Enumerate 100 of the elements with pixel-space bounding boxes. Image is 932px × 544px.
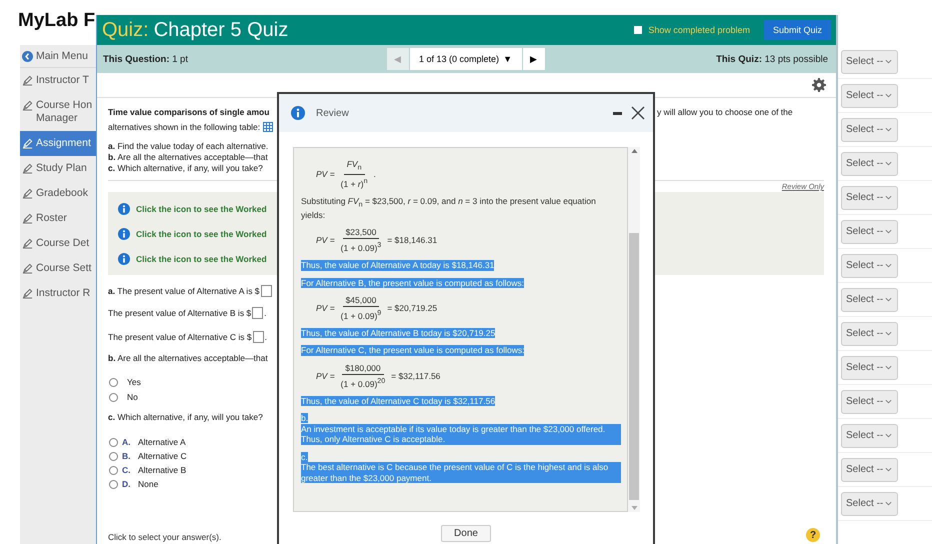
option-label: Yes	[127, 376, 141, 389]
answer-box[interactable]	[252, 331, 264, 343]
chevron-icon	[885, 365, 892, 370]
explanation-text: The best alternative is C because the present value of C is the highest and is also greater than the $23,000 payment.	[301, 462, 621, 484]
select-dropdown[interactable]: Select --	[841, 118, 898, 142]
radio-button[interactable]	[109, 452, 118, 460]
pencil-icon	[22, 213, 33, 224]
radio-button[interactable]	[109, 466, 118, 474]
task-item: c. Which alternative, if any, will you take?	[108, 163, 263, 174]
submit-button[interactable]: Submit Quiz	[764, 20, 831, 40]
option-letter: C.	[122, 464, 132, 477]
sidebar-item[interactable]: Instructor R	[20, 281, 96, 306]
period-text: .	[264, 331, 268, 343]
info-icon	[118, 202, 130, 214]
part-label: b.	[301, 413, 308, 424]
explanation-text: Substituting FV$_{n}$ = $23,500, r = 0.09, and n = 3 into the present value equation yields:	[301, 196, 597, 220]
period-text: .	[264, 307, 267, 319]
scrollbar[interactable]	[628, 147, 640, 512]
sidebar-item[interactable]: Gradebook	[20, 181, 96, 206]
option-letter: D.	[122, 478, 132, 491]
quiz-points: This Quiz: 13 pts possible	[716, 54, 828, 64]
worked-example-link[interactable]: Click the icon to see the Worked	[136, 254, 267, 264]
minimize-icon[interactable]	[613, 112, 622, 114]
sidebar-item[interactable]: Instructor T	[20, 68, 96, 93]
select-dropdown[interactable]: Select --	[841, 492, 898, 516]
scroll-down-icon[interactable]	[630, 504, 638, 512]
sidebar-item[interactable]: Course Sett	[20, 256, 96, 281]
select-dropdown[interactable]: Select --	[841, 254, 898, 278]
chevron-icon	[885, 331, 892, 336]
done-button[interactable]: Done	[441, 525, 491, 542]
explanation-text: For Alternative C, the present value is computed as follows:	[301, 345, 524, 356]
task-item: b. Are all the alternatives acceptable—that	[108, 152, 268, 163]
radio-button[interactable]	[109, 393, 118, 402]
previous-button: ◀	[386, 48, 408, 70]
question-text: c. Which alternative, if any, will you take?	[108, 411, 263, 423]
checkbox[interactable]	[634, 26, 642, 34]
instruction-text: Click to select your answer(s).	[108, 532, 222, 544]
table-icon[interactable]	[263, 122, 274, 132]
pencil-icon	[22, 163, 33, 174]
close-icon[interactable]	[631, 106, 645, 120]
option-label: None	[138, 478, 158, 491]
next-button[interactable]: ▶	[522, 48, 544, 70]
select-dropdown[interactable]: Select --	[841, 186, 898, 210]
question-text: The present value of Alternative B is $	[108, 307, 252, 319]
sidebar-item[interactable]: Assignment	[20, 131, 96, 156]
radio-button[interactable]	[109, 378, 118, 387]
select-dropdown[interactable]: Select --	[841, 424, 898, 448]
answer-box[interactable]	[260, 285, 272, 297]
select-dropdown[interactable]: Select --	[841, 84, 898, 108]
select-dropdown[interactable]: Select --	[841, 152, 898, 176]
quiz-title: Chapter 5 Quiz	[154, 18, 288, 42]
answer-box[interactable]	[252, 307, 264, 319]
dialog-title: Review	[316, 108, 349, 118]
pencil-icon	[22, 75, 33, 86]
worked-example-link[interactable]: Click the icon to see the Worked	[136, 228, 267, 238]
pencil-icon	[22, 100, 33, 111]
select-dropdown[interactable]: Select --	[841, 50, 898, 74]
option-label: Alternative A	[138, 436, 186, 449]
radio-button[interactable]	[109, 438, 118, 446]
chevron-icon	[885, 93, 892, 98]
chevron-icon	[885, 433, 892, 438]
sidebar-item[interactable]: Course Hon Manager	[20, 93, 96, 131]
help-icon[interactable]: ?	[806, 528, 820, 542]
explanation-text: For Alternative B, the present value is computed as follows:	[301, 278, 524, 288]
chevron-icon	[885, 399, 892, 404]
option-label: No	[127, 391, 138, 404]
info-icon	[291, 106, 305, 120]
question-selector[interactable]: 1 of 13 (0 complete) ▼	[410, 48, 522, 70]
option-letter: A.	[122, 436, 132, 449]
question-text: alternatives shown in the following table:	[108, 121, 260, 133]
part-label: c.	[301, 452, 308, 462]
sidebar-item[interactable]: Course Det	[20, 231, 96, 256]
question-text: Time value comparisons of single amou	[108, 106, 270, 118]
scroll-up-icon[interactable]	[630, 147, 638, 155]
explanation-text: Thus, the value of Alternative B today is $20,719.25	[301, 328, 496, 338]
select-dropdown[interactable]: Select --	[841, 288, 898, 312]
option-letter: B.	[122, 450, 132, 463]
chevron-icon	[885, 229, 892, 234]
sidebar-item[interactable]: Roster	[20, 206, 96, 231]
back-icon	[22, 51, 33, 62]
select-dropdown[interactable]: Select --	[841, 220, 898, 244]
pencil-icon	[22, 238, 33, 249]
worked-example-link[interactable]: Click the icon to see the Worked	[136, 204, 267, 214]
formula: PV = $23,500 (1 + 0.09)$^{3}$ = $18,146.31	[315, 227, 438, 254]
chevron-icon	[885, 161, 892, 166]
sidebar-item[interactable]: Study Plan	[20, 156, 96, 181]
chevron-icon	[885, 127, 892, 132]
explanation-text: Thus, the value of Alternative A today is $18,146.31	[301, 260, 494, 271]
task-item: a. Find the value today of each alternative.	[108, 141, 268, 152]
radio-button[interactable]	[109, 480, 118, 488]
settings-icon[interactable]	[812, 78, 826, 92]
select-dropdown[interactable]: Select --	[841, 322, 898, 346]
question-text: The present value of Alternative C is $	[108, 331, 252, 343]
formula: PV = $45,000 (1 + 0.09)$^{9}$ = $20,719.25	[315, 295, 438, 321]
explanation-text: Thus, the value of Alternative C today is $32,117.56	[301, 396, 496, 406]
explanation-text: An investment is acceptable if its value today is greater than the $23,000 offered. Thus, only Alternative C is acceptable.	[301, 424, 621, 445]
select-dropdown[interactable]: Select --	[841, 356, 898, 380]
select-dropdown[interactable]: Select --	[841, 390, 898, 414]
select-dropdown[interactable]: Select --	[841, 458, 898, 482]
chevron-icon	[885, 59, 892, 64]
